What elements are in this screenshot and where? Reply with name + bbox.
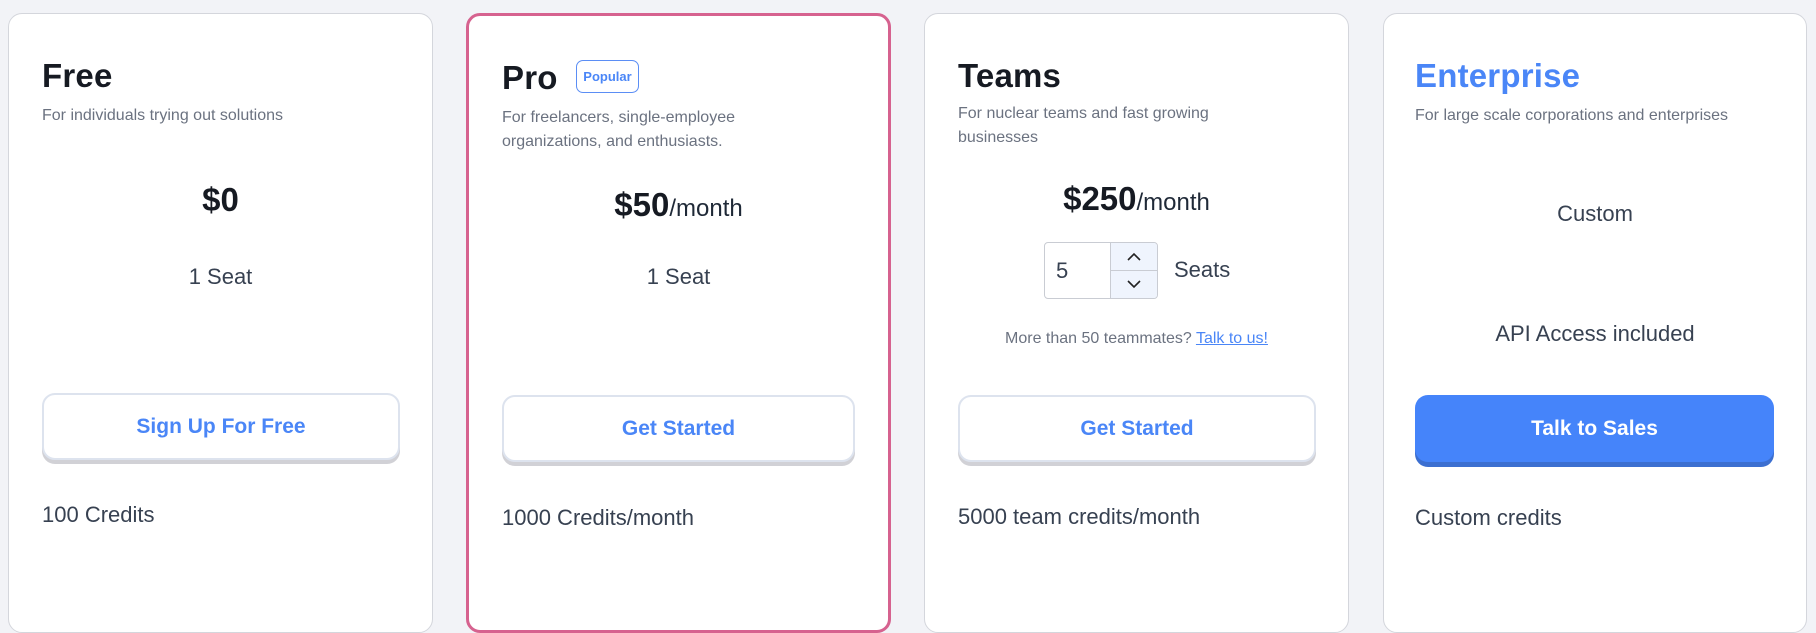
- popular-badge: Popular: [576, 60, 639, 93]
- feature-credits: 1000 Credits/month: [502, 505, 694, 530]
- seat-count: 1 Seat: [188, 264, 253, 289]
- talk-to-sales-button[interactable]: Talk to Sales: [1415, 395, 1774, 462]
- plan-price: $50/month: [469, 186, 888, 224]
- feature-credits: 5000 team credits/month: [958, 504, 1201, 529]
- sign-up-free-button[interactable]: Sign Up For Free: [42, 393, 400, 460]
- plan-price: $0: [9, 181, 432, 219]
- get-started-pro-button[interactable]: Get Started: [502, 395, 855, 462]
- description-line: For freelancers, single-employee: [502, 109, 735, 126]
- seat-count: 1 Seat: [646, 264, 711, 289]
- seat-quantity-input[interactable]: 5: [1045, 243, 1111, 298]
- price-amount: $50: [614, 186, 670, 223]
- increment-button[interactable]: [1111, 243, 1157, 271]
- more-teammates-text: More than 50 teammates?: [1005, 330, 1192, 347]
- api-access-note: API Access included: [1495, 321, 1695, 346]
- plan-price-custom: Custom: [1557, 201, 1633, 226]
- description-line: For nuclear teams and fast growing: [958, 105, 1209, 122]
- more-teammates-note: More than 50 teammates? Talk to us!: [925, 330, 1348, 348]
- plan-description: For freelancers, single-employee organiz…: [502, 106, 735, 154]
- plan-card-enterprise: Enterprise For large scale corporations …: [1383, 13, 1807, 633]
- plan-card-teams: Teams For nuclear teams and fast growing…: [924, 13, 1349, 633]
- plan-title: Enterprise: [1415, 57, 1581, 94]
- price-unit: /month: [1136, 189, 1210, 216]
- price-unit: /month: [669, 195, 743, 222]
- plan-card-free: Free For individuals trying out solution…: [8, 13, 433, 633]
- chevron-up-icon: [1127, 252, 1141, 261]
- plan-title: Pro: [502, 59, 558, 96]
- feature-credits: Custom credits: [1415, 505, 1562, 530]
- get-started-teams-button[interactable]: Get Started: [958, 395, 1316, 462]
- description-line: organizations, and enthusiasts.: [502, 133, 723, 150]
- feature-credits: 100 Credits: [42, 502, 155, 527]
- description-line: businesses: [958, 129, 1039, 146]
- price-amount: $0: [202, 181, 239, 218]
- price-amount: $250: [1063, 180, 1137, 217]
- chevron-down-icon: [1127, 280, 1141, 289]
- decrement-button[interactable]: [1111, 271, 1157, 298]
- talk-to-us-link[interactable]: Talk to us!: [1196, 330, 1268, 347]
- plan-price: $250/month: [925, 180, 1348, 218]
- plan-title: Teams: [958, 57, 1062, 94]
- plan-title: Free: [42, 57, 113, 94]
- plan-card-pro: Pro Popular For freelancers, single-empl…: [466, 13, 891, 633]
- seat-quantity-stepper[interactable]: 5: [1044, 242, 1158, 299]
- plan-description: For nuclear teams and fast growing busin…: [958, 102, 1209, 150]
- plan-description: For individuals trying out solutions: [42, 107, 284, 124]
- seats-label: Seats: [1174, 257, 1231, 282]
- plan-description: For large scale corporations and enterpr…: [1415, 107, 1729, 124]
